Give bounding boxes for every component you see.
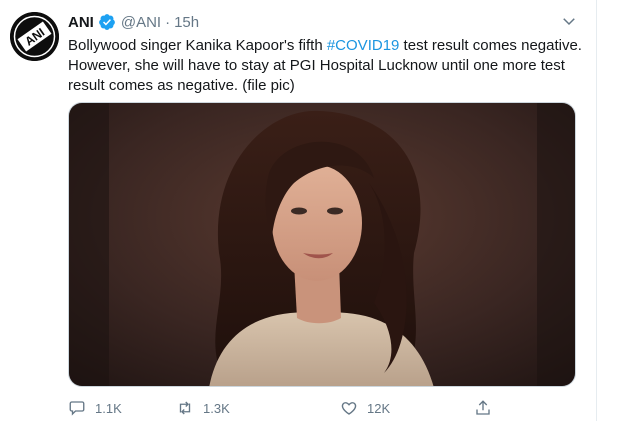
retweet-button[interactable]: 1.3K [176, 398, 230, 418]
tweet-text-part: Bollywood singer Kanika Kapoor's fifth [68, 37, 327, 54]
chevron-down-icon[interactable] [560, 12, 578, 30]
hashtag-link[interactable]: #COVID19 [327, 37, 400, 54]
verified-badge-icon [98, 13, 116, 31]
reply-count: 1.1K [95, 400, 122, 416]
share-icon [474, 399, 492, 417]
tweet-actions: 1.1K 1.3K 12K [68, 398, 508, 418]
author-name[interactable]: ANI [68, 14, 94, 31]
tweet-card[interactable]: ANI ANI @ANI · 15h Bollywood singer Kani… [0, 0, 596, 421]
tweet-text: Bollywood singer Kanika Kapoor's fifth #… [68, 36, 588, 96]
retweet-icon [176, 399, 194, 417]
separator-dot: · [165, 13, 171, 31]
author-handle[interactable]: @ANI [121, 14, 161, 31]
timestamp[interactable]: 15h [174, 14, 199, 31]
avatar[interactable]: ANI [10, 12, 59, 61]
reply-icon [68, 399, 86, 417]
right-sidebar-edge [597, 0, 625, 421]
like-count: 12K [367, 400, 391, 416]
like-button[interactable]: 12K [340, 398, 390, 418]
ani-logo: ANI [10, 12, 59, 61]
tweet-media-photo[interactable] [68, 102, 576, 387]
share-button[interactable] [474, 398, 492, 418]
heart-icon [340, 399, 358, 417]
tweet-header: ANI @ANI · 15h [68, 12, 199, 32]
retweet-count: 1.3K [203, 400, 230, 416]
reply-button[interactable]: 1.1K [68, 398, 122, 418]
